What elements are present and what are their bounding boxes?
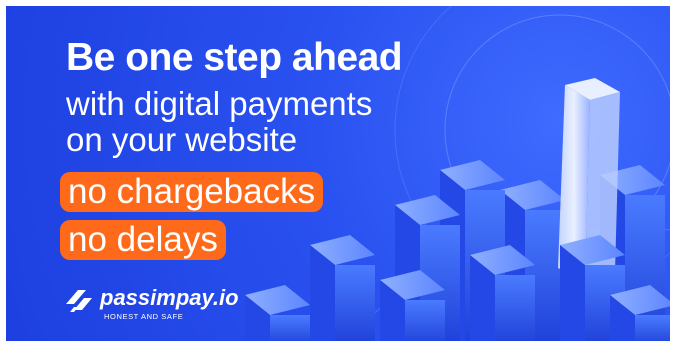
badge-no-chargebacks: no chargebacks — [60, 172, 324, 212]
brand-tagline: HONEST AND SAFE — [104, 312, 184, 321]
subheadline-line-1: with digital payments — [66, 85, 373, 122]
badge-no-delays: no delays — [60, 220, 226, 260]
bar — [470, 245, 535, 347]
headline: Be one step ahead — [66, 36, 403, 79]
promo-banner: Be one step ahead with digital payments … — [0, 0, 676, 347]
passimpay-logo-icon — [66, 290, 92, 312]
subheadline-line-2: on your website — [66, 121, 298, 158]
bar — [610, 285, 675, 347]
bar — [310, 235, 375, 347]
bar — [245, 285, 310, 347]
brand-name: passimpay.io — [100, 285, 239, 310]
